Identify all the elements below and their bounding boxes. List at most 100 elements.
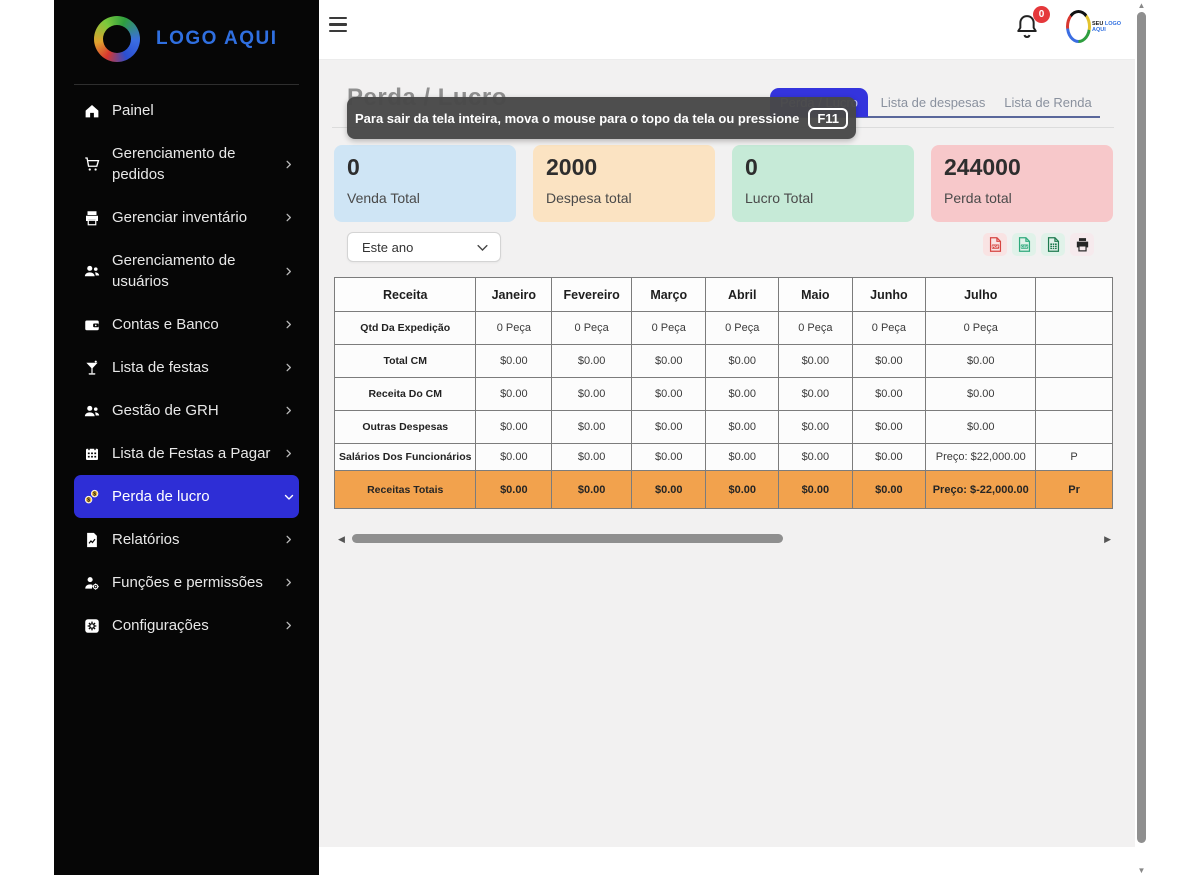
stat-label: Lucro Total [745,190,914,206]
row-label: Receita Do CM [335,378,476,411]
sidebar-item-gestao-de-grh[interactable]: Gestão de GRH [74,389,299,432]
app-page: LOGO AQUI Painel Gerenciamento de pedidos… [0,0,1200,876]
horizontal-scrollbar[interactable]: ◀ ▶ [334,531,1113,547]
sidebar-item-relatorios[interactable]: Relatórios [74,518,299,561]
table-row-qtd-da-expedicao: Qtd Da Expedição0 Peça0 Peça0 Peça0 Peça… [335,312,1113,345]
column-header-maio: Maio [779,278,852,312]
column-header-janeiro: Janeiro [476,278,552,312]
avatar-text: SEU LOGO AQUI [1092,21,1124,33]
sidebar-item-label: Configurações [112,615,273,636]
scroll-left-arrow-icon[interactable]: ◀ [338,534,345,544]
user-avatar[interactable]: SEU LOGO AQUI [1066,10,1124,43]
sidebar-item-configuracoes[interactable]: Configurações [74,604,299,647]
sidebar-item-label: Gerenciamento de pedidos [112,143,273,185]
column-header-julho: Julho [926,278,1036,312]
sidebar-item-label: Perda de lucro [112,486,273,507]
scroll-up-arrow-icon[interactable]: ▲ [1135,1,1148,10]
chevron-right-icon [283,448,295,459]
settings-icon [82,617,102,635]
table-cell-overflow [1036,345,1113,378]
tab-lista-de-despesas[interactable]: Lista de despesas [868,88,998,117]
sidebar: LOGO AQUI Painel Gerenciamento de pedidos… [54,0,319,875]
row-label: Salários Dos Funcionários [335,444,476,471]
sidebar-item-lista-de-festas[interactable]: Lista de festas [74,346,299,389]
period-select[interactable]: Este ano [347,232,501,262]
column-header-overflow [1036,278,1113,312]
avatar-logo-icon [1066,10,1091,43]
table-cell: $0.00 [476,471,552,509]
table-cell: $0.00 [476,444,552,471]
cart-icon [82,155,102,173]
table-cell: 0 Peça [779,312,852,345]
column-header-marco: Março [632,278,706,312]
sidebar-item-painel[interactable]: Painel [74,89,299,132]
horizontal-scrollbar-thumb[interactable] [352,534,783,543]
table-cell-overflow [1036,378,1113,411]
stat-card-lucro-total: 0 Lucro Total [732,145,914,222]
table-row-receitas-totais: Receitas Totais$0.00$0.00$0.00$0.00$0.00… [335,471,1113,509]
table-row-outras-despesas: Outras Despesas$0.00$0.00$0.00$0.00$0.00… [335,411,1113,444]
chevron-right-icon [283,405,295,416]
people-icon [82,402,102,420]
sidebar-item-label: Funções e permissões [112,572,273,593]
table-cell: $0.00 [706,378,779,411]
stat-value: 0 [745,154,914,181]
logo-text: LOGO AQUI [156,28,278,50]
hamburger-menu-icon[interactable] [329,17,347,36]
toast-text: Para sair da tela inteira, mova o mouse … [355,111,799,126]
chevron-right-icon [283,620,295,631]
chevron-right-icon [283,577,295,588]
table-cell: $0.00 [926,378,1036,411]
table-row-salarios-dos-funcionarios: Salários Dos Funcionários$0.00$0.00$0.00… [335,444,1113,471]
table-cell: $0.00 [632,411,706,444]
scroll-right-arrow-icon[interactable]: ▶ [1104,534,1111,544]
table-wrapper: ReceitaJaneiroFevereiroMarçoAbrilMaioJun… [334,277,1113,509]
table-cell: 0 Peça [552,312,632,345]
stat-cards: 0Venda Total2000Despesa total0Lucro Tota… [334,145,1114,222]
sidebar-item-lista-de-festas-a-pagar[interactable]: Lista de Festas a Pagar [74,432,299,475]
export-excel-button[interactable] [1041,233,1065,256]
vertical-scrollbar[interactable]: ▲ ▼ [1135,0,1148,876]
sidebar-item-label: Contas e Banco [112,314,273,335]
chevron-right-icon [283,159,295,170]
table-cell: $0.00 [706,444,779,471]
stat-value: 244000 [944,154,1113,181]
table-cell: $0.00 [552,444,632,471]
svg-text:CSV: CSV [1021,245,1029,249]
table-cell: $0.00 [779,345,852,378]
sidebar-item-contas-e-banco[interactable]: Contas e Banco [74,303,299,346]
table-cell: $0.00 [632,378,706,411]
sidebar-item-label: Lista de Festas a Pagar [112,443,273,464]
sidebar-item-funcoes-e-permissoes[interactable]: Funções e permissões [74,561,299,604]
table-cell: $0.00 [476,378,552,411]
export-pdf-button[interactable]: PDF [983,233,1007,256]
table-cell: $0.00 [779,471,852,509]
table-cell-overflow: P [1036,444,1113,471]
column-header-receita: Receita [335,278,476,312]
scroll-down-arrow-icon[interactable]: ▼ [1135,866,1148,875]
table-cell: 0 Peça [706,312,779,345]
chevron-right-icon [283,362,295,373]
sidebar-item-gerenciar-inventario[interactable]: Gerenciar inventário [74,196,299,239]
stat-card-venda-total: 0Venda Total [334,145,516,222]
tab-lista-de-renda[interactable]: Lista de Renda [998,88,1098,117]
table-cell: $0.00 [552,411,632,444]
row-label: Receitas Totais [335,471,476,509]
svg-text:$: $ [93,491,96,497]
sidebar-item-gerenciamento-de-usuarios[interactable]: Gerenciamento de usuários [74,239,299,303]
vertical-scrollbar-thumb[interactable] [1137,12,1146,843]
column-header-junho: Junho [852,278,926,312]
report-icon [82,531,102,549]
sidebar-item-label: Relatórios [112,529,273,550]
chevron-right-icon [283,319,295,330]
table-row-total-cm: Total CM$0.00$0.00$0.00$0.00$0.00$0.00$0… [335,345,1113,378]
print-button[interactable] [1070,233,1094,256]
sidebar-item-gerenciamento-de-pedidos[interactable]: Gerenciamento de pedidos [74,132,299,196]
sidebar-item-label: Gerenciamento de usuários [112,250,273,292]
table-cell: $0.00 [779,411,852,444]
sidebar-item-perda-de-lucro[interactable]: $$Perda de lucro [74,475,299,518]
export-csv-button[interactable]: CSV [1012,233,1036,256]
period-select-value: Este ano [362,240,475,255]
notification-bell-icon[interactable]: 0 [1013,12,1045,46]
chevron-down-icon [283,491,295,503]
